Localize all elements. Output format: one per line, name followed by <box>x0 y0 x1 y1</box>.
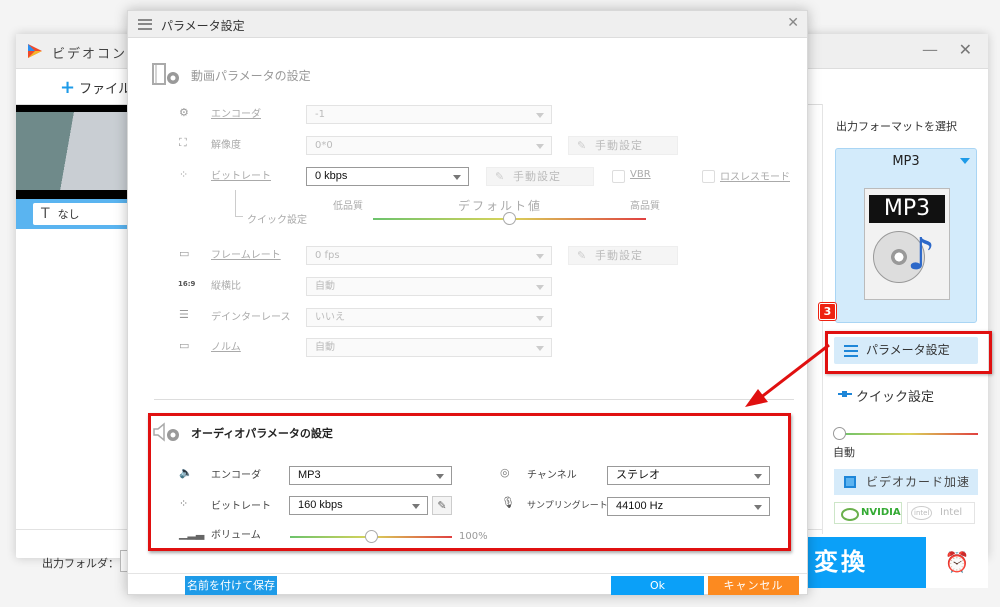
video-encoder-label[interactable]: エンコーダ <box>211 105 261 120</box>
framerate-manual-button[interactable]: 手動設定 <box>568 246 678 265</box>
section-divider <box>154 399 794 400</box>
quick-settings-slider-handle[interactable] <box>833 427 846 440</box>
plus-icon: + <box>60 77 76 98</box>
gpu-acceleration-label: ビデオカード加速 <box>866 475 971 489</box>
quick-settings-slider[interactable] <box>840 433 978 435</box>
subtitle-value: なし <box>57 208 80 221</box>
norm-select[interactable]: 自動 <box>306 338 552 357</box>
framerate-icon: ▭ <box>179 247 190 260</box>
deinterlace-icon: ☰ <box>179 308 189 321</box>
video-bitrate-label[interactable]: ビットレート <box>211 167 271 182</box>
resolution-select[interactable]: 0*0 <box>306 136 552 155</box>
mp3-file-icon: MP3 ♪ <box>864 188 950 300</box>
highlight-box <box>825 331 992 374</box>
quick-settings-icon <box>838 391 852 397</box>
subtitle-select[interactable]: T なし <box>33 203 131 225</box>
alarm-clock-icon[interactable]: ⏰ <box>926 537 988 588</box>
vbr-label[interactable]: VBR <box>630 169 651 180</box>
encoder-icon: ⚙ <box>179 106 189 119</box>
lossless-checkbox[interactable] <box>702 170 715 183</box>
sliders-icon <box>138 19 152 30</box>
vbr-checkbox[interactable] <box>612 170 625 183</box>
nvidia-toggle[interactable]: NVIDIA <box>834 502 902 524</box>
close-icon[interactable]: ✕ <box>959 40 972 59</box>
cancel-button[interactable]: キャンセル <box>708 576 799 595</box>
dialog-footer-divider <box>128 573 807 574</box>
video-encoder-select[interactable]: -1 <box>306 105 552 124</box>
format-icon-label: MP3 <box>869 195 945 223</box>
aspect-ratio-label: 縦横比 <box>211 281 241 292</box>
tree-line <box>235 190 236 216</box>
dialog-titlebar: パラメータ設定 ✕ <box>128 11 807 38</box>
video-thumbnail[interactable] <box>16 105 131 199</box>
video-quick-label: クイック設定 <box>247 215 307 226</box>
framerate-select[interactable]: 0 fps <box>306 246 552 265</box>
quality-low-label: 低品質 <box>333 201 363 212</box>
format-name: MP3 <box>892 154 920 169</box>
norm-label[interactable]: ノルム <box>211 338 241 353</box>
quick-settings-label: クイック設定 <box>856 390 935 405</box>
aspect-ratio-select[interactable]: 自動 <box>306 277 552 296</box>
intel-toggle[interactable]: Intel <box>907 502 975 524</box>
resolution-label: 解像度 <box>211 140 241 151</box>
dialog-title: パラメータ設定 <box>161 19 245 33</box>
close-icon[interactable]: ✕ <box>787 15 799 31</box>
chip-icon <box>844 476 856 488</box>
lossless-label[interactable]: ロスレスモード <box>720 168 790 183</box>
highlight-box <box>148 413 791 551</box>
resolution-icon: ⛶ <box>179 136 187 149</box>
music-note-icon: ♪ <box>907 229 936 280</box>
aspect-ratio-icon: 16:9 <box>178 280 196 288</box>
save-as-button[interactable]: 名前を付けて保存 <box>185 576 277 595</box>
quick-settings-value: 自動 <box>833 446 855 459</box>
framerate-label[interactable]: フレームレート <box>211 246 281 261</box>
video-bitrate-select[interactable]: 0 kbps <box>306 167 469 186</box>
deinterlace-select[interactable]: いいえ <box>306 308 552 327</box>
video-section-title: 動画パラメータの設定 <box>191 69 311 83</box>
output-folder-label: 出力フォルダ： <box>42 557 119 570</box>
monitor-icon: ▭ <box>179 339 190 352</box>
format-selector[interactable]: MP3 MP3 ♪ <box>835 148 977 323</box>
format-label: 出力フォーマットを選択 <box>836 120 957 133</box>
bitrate-manual-button[interactable]: 手動設定 <box>486 167 594 186</box>
video-settings-icon <box>152 63 179 85</box>
quality-high-label: 高品質 <box>630 201 660 212</box>
gpu-acceleration-button[interactable]: ビデオカード加速 <box>834 469 978 495</box>
step-badge: 3 <box>819 303 836 320</box>
subtitle-row: T なし <box>16 199 131 229</box>
app-logo-icon <box>28 44 42 58</box>
bitrate-icon: ⁘ <box>179 168 189 181</box>
convert-button[interactable]: 変換 <box>808 537 926 588</box>
thumbnail-image <box>16 112 131 190</box>
video-quality-slider-handle[interactable] <box>503 212 516 225</box>
minimize-icon[interactable]: — <box>922 40 938 59</box>
resolution-manual-button[interactable]: 手動設定 <box>568 136 678 155</box>
deinterlace-label: デインターレース <box>211 312 291 323</box>
text-icon: T <box>41 206 50 222</box>
quality-default-label: デフォルト値 <box>458 199 543 213</box>
ok-button[interactable]: Ok <box>611 576 704 595</box>
dropdown-arrow-icon[interactable] <box>960 158 970 164</box>
tree-line <box>235 216 243 217</box>
